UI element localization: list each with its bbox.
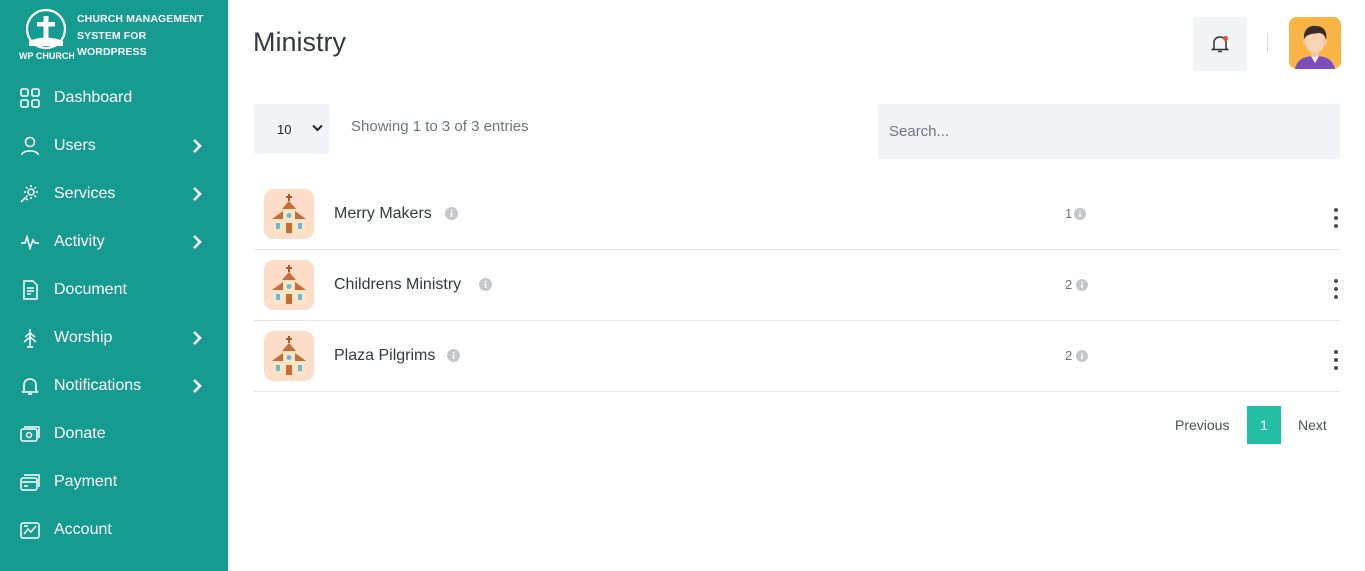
sidebar-item-worship[interactable]: Worship [0, 314, 228, 362]
chevron-down-icon [312, 124, 323, 132]
account-icon [20, 520, 40, 540]
row-menu-kebab-icon[interactable] [1330, 278, 1342, 300]
sidebar: WP CHURCH CHURCH MANAGEMENT SYSTEM FOR W… [0, 0, 228, 571]
chevron-right-icon [190, 234, 204, 250]
donate-icon [20, 424, 40, 444]
table-row: Merry Makers 1 [254, 179, 1340, 250]
info-icon[interactable] [479, 278, 492, 291]
church-logo-icon: WP CHURCH [18, 8, 75, 62]
page-length-select[interactable]: 10 [254, 104, 329, 154]
user-avatar-icon [1289, 17, 1341, 69]
entries-info: Showing 1 to 3 of 3 entries [351, 118, 529, 135]
sidebar-item-label: Account [54, 521, 112, 538]
member-count: 1 [1065, 206, 1073, 221]
member-count: 2 [1065, 348, 1073, 363]
sidebar-item-label: Services [54, 185, 116, 202]
row-menu-kebab-icon[interactable] [1330, 349, 1342, 371]
page-title: Ministry [253, 27, 346, 57]
brand-line-1: CHURCH MANAGEMENT [77, 13, 204, 25]
user-icon [20, 136, 40, 156]
notifications-button[interactable] [1193, 17, 1247, 71]
logo-caption: WP CHURCH [19, 51, 74, 61]
member-count: 2 [1065, 277, 1073, 292]
brand[interactable]: WP CHURCH CHURCH MANAGEMENT SYSTEM FOR W… [18, 8, 218, 64]
ministry-name[interactable]: Childrens Ministry [334, 276, 461, 294]
services-icon [20, 184, 40, 204]
info-icon[interactable] [1076, 350, 1088, 362]
chevron-right-icon [190, 186, 204, 202]
chevron-right-icon [190, 378, 204, 394]
notification-dot [1223, 36, 1228, 41]
pulse-icon [20, 232, 40, 252]
sidebar-item-label: Payment [54, 473, 118, 490]
worship-icon [20, 328, 40, 348]
payment-icon [20, 472, 40, 492]
chevron-right-icon [190, 330, 204, 346]
sidebar-item-payment[interactable]: Payment [0, 458, 228, 506]
sidebar-item-label: Notifications [54, 377, 142, 394]
ministry-name[interactable]: Plaza Pilgrims [334, 347, 435, 365]
page-length-value: 10 [277, 122, 292, 137]
grid-icon [20, 88, 40, 108]
brand-line-3: WORDPRESS [77, 46, 147, 58]
sidebar-item-users[interactable]: Users [0, 122, 228, 170]
info-icon[interactable] [447, 349, 460, 362]
sidebar-item-document[interactable]: Document [0, 266, 228, 314]
sidebar-item-donate[interactable]: Donate [0, 410, 228, 458]
church-icon [264, 260, 314, 310]
sidebar-item-label: Activity [54, 233, 105, 250]
sidebar-nav: Dashboard Users Services Activity Docume… [0, 74, 228, 554]
bell-icon [20, 376, 40, 396]
pagination-next[interactable]: Next [1298, 417, 1327, 433]
church-icon [264, 189, 314, 239]
app-root: WP CHURCH CHURCH MANAGEMENT SYSTEM FOR W… [0, 0, 1365, 571]
pagination-previous[interactable]: Previous [1175, 417, 1229, 433]
info-icon[interactable] [445, 207, 458, 220]
ministry-name[interactable]: Merry Makers [334, 205, 432, 223]
row-menu-kebab-icon[interactable] [1330, 207, 1342, 229]
header-divider [1267, 33, 1268, 53]
info-icon[interactable] [1076, 279, 1088, 291]
sidebar-item-label: Document [54, 281, 127, 298]
search-input[interactable] [878, 104, 1340, 159]
sidebar-item-label: Users [54, 137, 96, 154]
brand-title: CHURCH MANAGEMENT SYSTEM FOR WORDPRESS [77, 11, 204, 61]
pagination-page-current[interactable]: 1 [1247, 406, 1281, 444]
church-icon [264, 331, 314, 381]
sidebar-item-services[interactable]: Services [0, 170, 228, 218]
sidebar-item-label: Dashboard [54, 89, 133, 106]
document-icon [20, 280, 40, 300]
ministry-table: Merry Makers 1 Childrens Ministry 2 Plaz… [254, 179, 1340, 392]
sidebar-item-activity[interactable]: Activity [0, 218, 228, 266]
sidebar-item-label: Worship [54, 329, 113, 346]
info-icon[interactable] [1074, 208, 1086, 220]
table-row: Plaza Pilgrims 2 [254, 321, 1340, 392]
brand-line-2: SYSTEM FOR [77, 29, 147, 42]
sidebar-item-dashboard[interactable]: Dashboard [0, 74, 228, 122]
chevron-right-icon [190, 138, 204, 154]
avatar[interactable] [1289, 17, 1341, 69]
sidebar-item-account[interactable]: Account [0, 506, 228, 554]
sidebar-item-label: Donate [54, 425, 106, 442]
table-row: Childrens Ministry 2 [254, 250, 1340, 321]
sidebar-item-notifications[interactable]: Notifications [0, 362, 228, 410]
